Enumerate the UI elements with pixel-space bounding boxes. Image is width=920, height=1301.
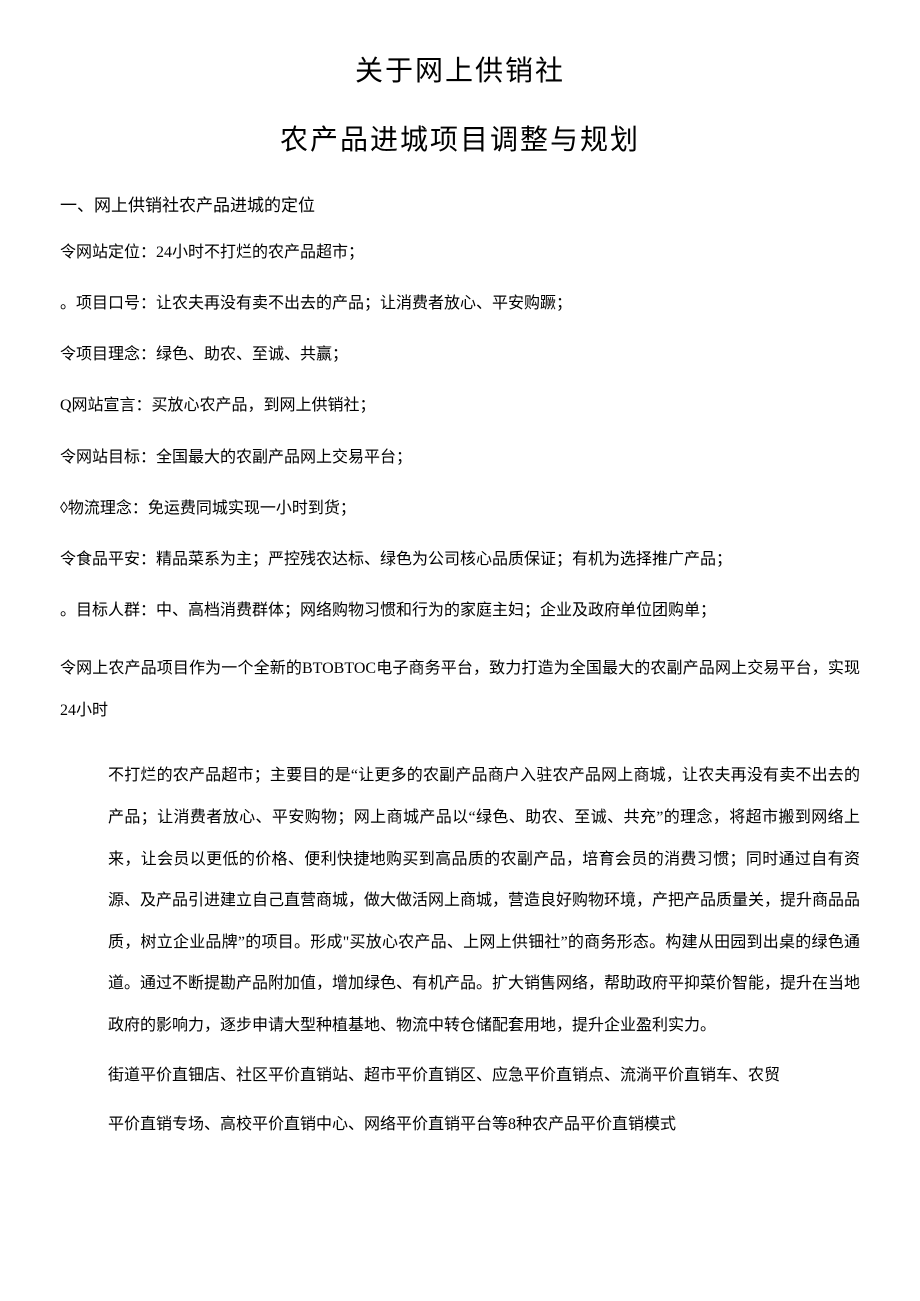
- bullet-item-0: 令网站定位：24小时不打烂的农产品超市；: [60, 239, 860, 266]
- main-paragraph-lead: 令网上农产品项目作为一个全新的BTOBTOC电子商务平台，致力打造为全国最大的农…: [60, 648, 860, 731]
- bullet-item-5: ◊物流理念：免运费同城实现一小时到货；: [60, 495, 860, 522]
- main-paragraph-tail1: 街道平价直钿店、社区平价直销站、超市平价直销区、应急平价直销点、流淌平价直销车、…: [60, 1055, 860, 1097]
- section-1-heading: 一、网上供销社农产品进城的定位: [60, 192, 860, 219]
- bullet-item-1: 。项目口号：让农夫再没有卖不出去的产品；让消费者放心、平安购蹶；: [60, 290, 860, 317]
- main-paragraph-body: 不打烂的农产品超市；主要目的是“让更多的农副产品商户入驻农产品网上商城，让农夫再…: [60, 755, 860, 1046]
- document-title-1: 关于网上供销社: [60, 50, 860, 95]
- bullet-item-3: Q网站宣言：买放心农产品，到网上供销社；: [60, 392, 860, 419]
- document-title-2: 农产品进城项目调整与规划: [60, 119, 860, 164]
- main-paragraph-tail2: 平价直销专场、高校平价直销中心、网络平价直销平台等8种农产品平价直销模式: [60, 1104, 860, 1146]
- bullet-item-4: 令网站目标：全国最大的农副产品网上交易平台；: [60, 444, 860, 471]
- bullet-item-2: 令项目理念：绿色、助农、至诚、共赢；: [60, 341, 860, 368]
- bullet-item-7: 。目标人群：中、高档消费群体；网络购物习惯和行为的家庭主妇；企业及政府单位团购单…: [60, 597, 860, 624]
- bullet-item-6: 令食品平安：精品菜系为主；严控残农达标、绿色为公司核心品质保证；有机为选择推广产…: [60, 546, 860, 573]
